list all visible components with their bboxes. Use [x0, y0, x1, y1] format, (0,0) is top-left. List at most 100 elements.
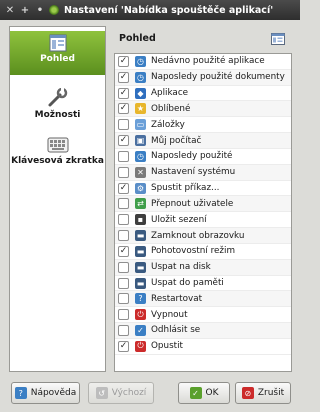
list-item[interactable]: ▬ Uspat na disk: [115, 259, 291, 276]
wrench-icon: [48, 88, 67, 107]
list-item[interactable]: ✓ ★ Oblíbené: [115, 101, 291, 118]
list-item[interactable]: ⏻ Vypnout: [115, 307, 291, 324]
list-item[interactable]: ▪ Uložit sezení: [115, 212, 291, 229]
quit-icon: ⏻: [135, 340, 146, 352]
button-bar: ? Nápověda ↺ Výchozí ✓ OK ⊘ Zrušit: [0, 380, 300, 412]
restart-icon: ?: [135, 293, 146, 305]
checkbox[interactable]: ✓: [118, 340, 129, 352]
checkbox[interactable]: [118, 261, 129, 273]
list-item[interactable]: ✓ ◷ Nedávno použité aplikace: [115, 54, 291, 70]
pin-icon[interactable]: •: [34, 4, 46, 16]
list-item[interactable]: ✓ Odhlásit se: [115, 323, 291, 339]
list-item[interactable]: ✓ ▣ Můj počítač: [115, 133, 291, 149]
list-item[interactable]: ▬ Zamknout obrazovku: [115, 228, 291, 244]
list-item-label: Aplikace: [151, 88, 189, 99]
checkbox[interactable]: ✓: [118, 55, 129, 67]
ok-button[interactable]: ✓ OK: [178, 382, 230, 404]
list-item-label: Můj počítač: [151, 135, 202, 146]
close-icon[interactable]: ✕: [4, 4, 16, 16]
list-item-label: Zamknout obrazovku: [151, 230, 245, 241]
run-command-icon: ⚙: [135, 182, 146, 194]
help-button-label: Nápověda: [30, 388, 77, 398]
list-item[interactable]: ✓ ⚙ Spustit příkaz...: [115, 181, 291, 197]
menu-items-list: ✓ ◷ Nedávno použité aplikace ✓ ◷ Naposledy po…: [114, 53, 292, 372]
list-item-label: Restartovat: [151, 293, 203, 304]
list-item-label: Uspat na disk: [151, 262, 211, 273]
applications-icon: ◆: [135, 87, 146, 99]
list-item[interactable]: ✓ ▬ Pohotovostní režim: [115, 244, 291, 260]
list-item-label: Spustit příkaz...: [151, 183, 220, 194]
layout-icon: [49, 34, 66, 52]
list-item[interactable]: ✓ ◆ Aplikace: [115, 86, 291, 102]
defaults-button-label: Výchozí: [111, 388, 147, 398]
checkbox[interactable]: [118, 119, 129, 131]
checkbox[interactable]: [118, 230, 129, 242]
computer-icon: ▣: [135, 135, 146, 147]
nav-item-moznosti[interactable]: Možnosti: [10, 85, 105, 129]
lock-screen-icon: ▬: [135, 230, 146, 242]
checkbox[interactable]: [118, 166, 129, 178]
help-button[interactable]: ? Nápověda: [11, 382, 80, 404]
checkbox[interactable]: ✓: [118, 87, 129, 99]
checkbox[interactable]: [118, 309, 129, 321]
list-item-label: Naposledy použité dokumenty: [151, 72, 285, 83]
recent-docs-icon: ◷: [135, 71, 146, 83]
checkbox[interactable]: [118, 198, 129, 210]
recent-apps-icon: ◷: [135, 55, 146, 67]
list-item-label: Záložky: [151, 119, 185, 130]
layout-icon: [271, 33, 285, 45]
bookmarks-icon: ▭: [135, 119, 146, 131]
standby-icon: ▬: [135, 245, 146, 257]
checkbox[interactable]: [118, 214, 129, 226]
checkbox[interactable]: [118, 150, 129, 162]
list-item-label: Opustit: [151, 341, 184, 352]
checkbox[interactable]: ✓: [118, 71, 129, 83]
nav-item-label: Klávesová zkratka: [11, 156, 104, 166]
recent-icon: ◷: [135, 150, 146, 162]
title-bar: ✕ + • Nastavení 'Nabídka spouštěče aplik…: [0, 0, 300, 20]
list-item-label: Nastavení systému: [151, 167, 236, 178]
app-icon: [49, 5, 59, 15]
list-item-label: Uspat do paměti: [151, 278, 224, 288]
checkbox[interactable]: ✓: [118, 103, 129, 115]
suspend-ram-icon: ▬: [135, 277, 146, 289]
system-settings-icon: ✕: [135, 166, 146, 178]
nav-item-pohled[interactable]: Pohled: [10, 31, 105, 75]
list-item[interactable]: ✕ Nastavení systému: [115, 164, 291, 181]
list-item-label: Přepnout uživatele: [151, 198, 234, 209]
list-item-label: Pohotovostní režim: [151, 246, 236, 257]
checkbox[interactable]: [118, 324, 129, 336]
list-item[interactable]: ⇄ Přepnout uživatele: [115, 196, 291, 213]
list-item[interactable]: ✓ ⏻ Opustit: [115, 339, 291, 355]
page-title: Pohled: [119, 33, 156, 44]
favorites-icon: ★: [135, 103, 146, 115]
shutdown-icon: ⏻: [135, 309, 146, 321]
undo-icon: ↺: [95, 387, 108, 399]
checkbox[interactable]: ✓: [118, 182, 129, 194]
list-item-label: Vypnout: [151, 309, 188, 320]
list-item[interactable]: ▭ Záložky: [115, 117, 291, 134]
check-icon: ✓: [189, 387, 202, 399]
list-item-label: Uložit sezení: [151, 214, 207, 225]
checkbox[interactable]: [118, 293, 129, 305]
list-item[interactable]: ◷ Naposledy použité: [115, 149, 291, 165]
list-item[interactable]: ? Restartovat: [115, 291, 291, 308]
plus-icon[interactable]: +: [19, 4, 31, 16]
suspend-disk-icon: ▬: [135, 261, 146, 273]
checkbox[interactable]: ✓: [118, 135, 129, 147]
settings-nav: Pohled Možnosti Klávesová zkratka: [9, 26, 106, 372]
defaults-button[interactable]: ↺ Výchozí: [88, 382, 154, 404]
list-item-label: Nedávno použité aplikace: [151, 56, 265, 67]
list-item-label: Naposledy použité: [151, 151, 233, 162]
checkbox[interactable]: [118, 277, 129, 289]
logout-icon: ✓: [135, 324, 146, 336]
nav-item-label: Možnosti: [34, 110, 81, 120]
cancel-button[interactable]: ⊘ Zrušit: [235, 382, 291, 404]
save-session-icon: ▪: [135, 214, 146, 226]
list-item[interactable]: ✓ ◷ Naposledy použité dokumenty: [115, 69, 291, 86]
checkbox[interactable]: ✓: [118, 245, 129, 257]
list-item-label: Odhlásit se: [151, 325, 201, 336]
nav-item-klavesova-zkratka[interactable]: Klávesová zkratka: [10, 133, 105, 177]
list-item[interactable]: ▬ Uspat do paměti: [115, 276, 291, 292]
switch-user-icon: ⇄: [135, 198, 146, 210]
